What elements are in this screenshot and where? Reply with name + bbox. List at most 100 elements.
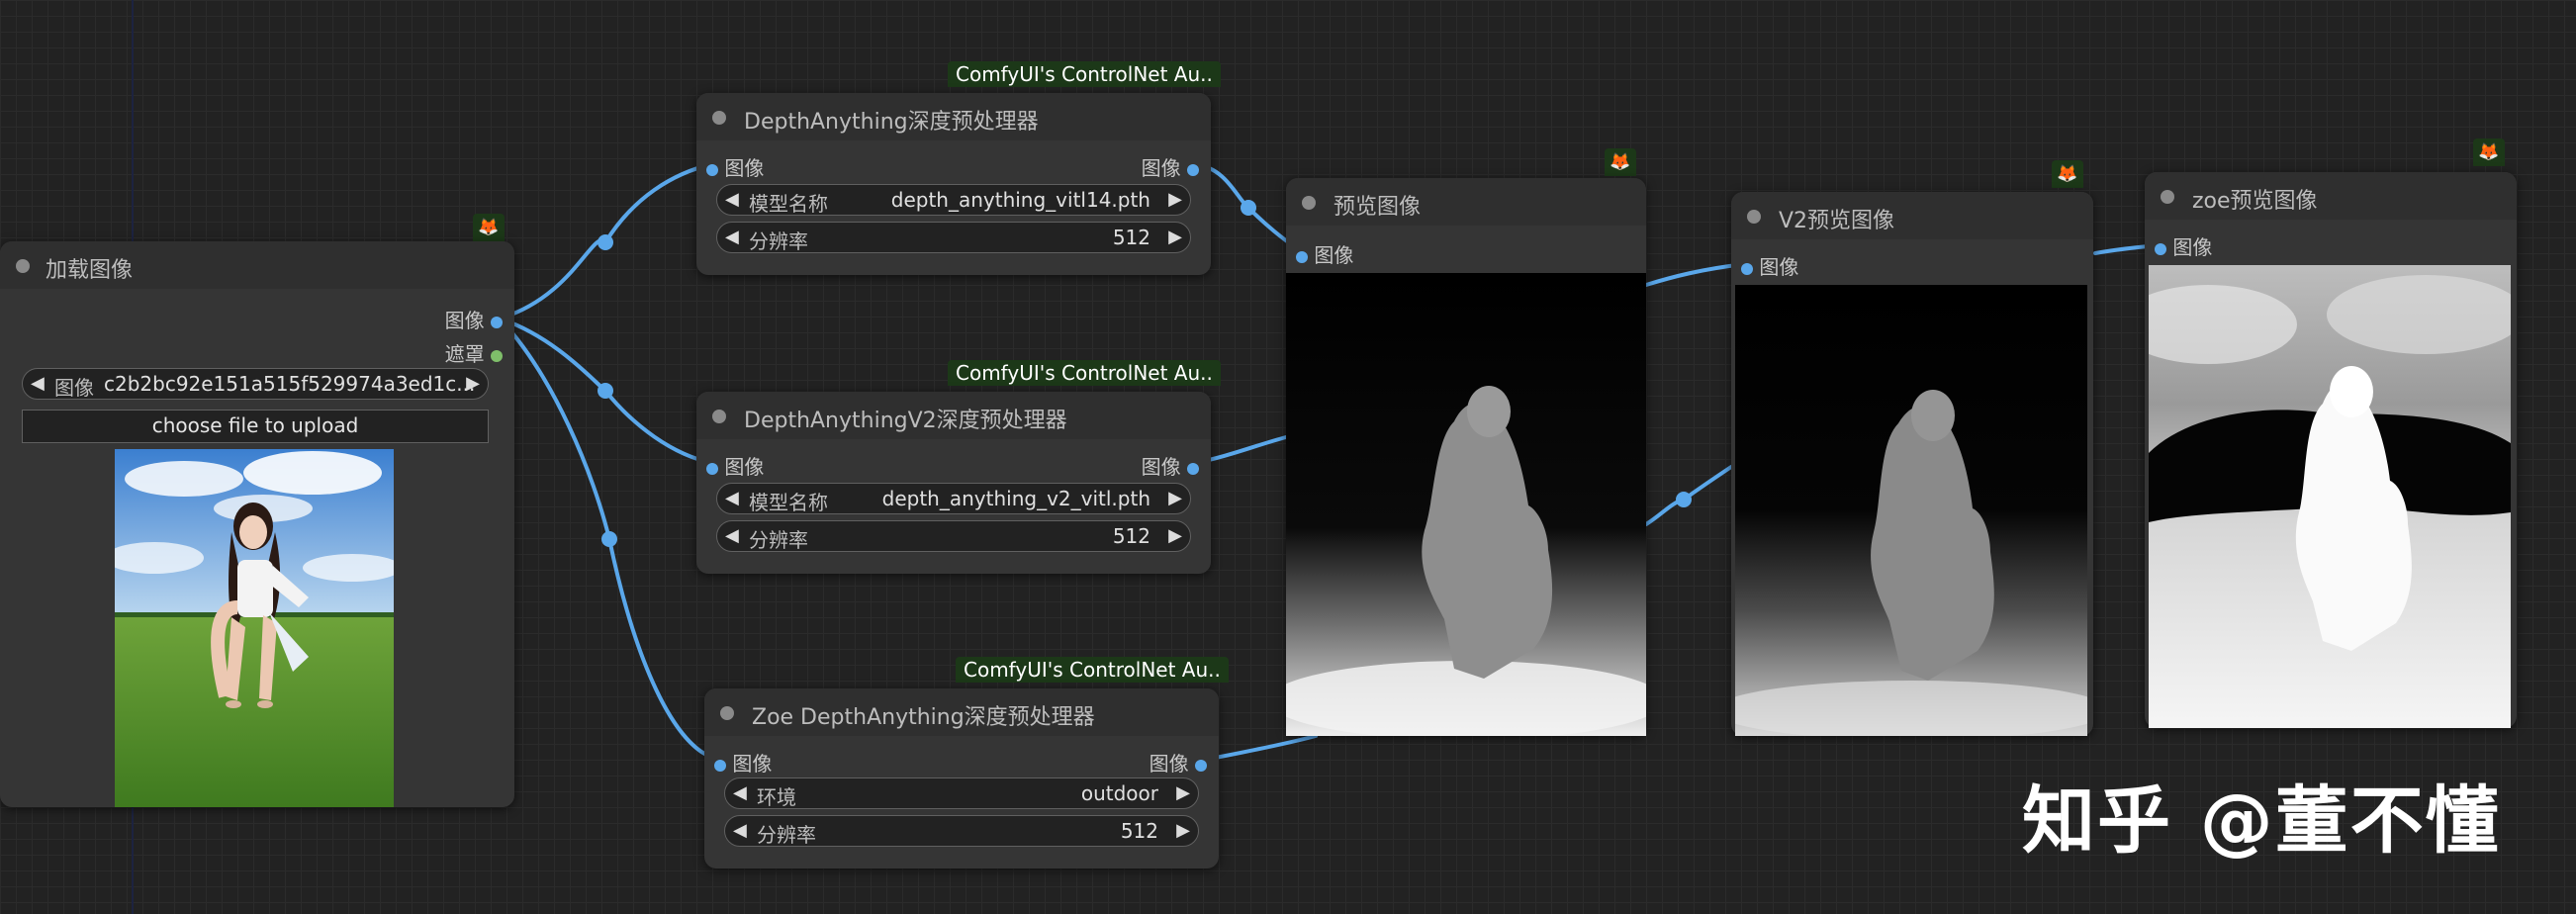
resolution-widget[interactable]: ◀ 分辨率 512 ▶: [724, 815, 1199, 847]
model-name-widget[interactable]: ◀ 模型名称 depth_anything_v2_vitl.pth ▶: [716, 483, 1191, 514]
collapse-dot[interactable]: [1302, 196, 1316, 210]
slot-label: 遮罩: [444, 342, 485, 366]
slot-label: 图像: [1141, 156, 1181, 180]
v2-preview-image-node[interactable]: V2预览图像 图像: [1731, 192, 2093, 736]
fox-icon: 🦊: [473, 214, 505, 241]
image-select-widget[interactable]: ◀ 图像 c2b2bc92e151a515f529974a3ed1c... ▶: [22, 368, 489, 400]
input-slot-image[interactable]: 图像: [2155, 231, 2212, 260]
output-connector[interactable]: [1187, 163, 1199, 176]
environment-widget[interactable]: ◀ 环境 outdoor ▶: [724, 777, 1199, 809]
resolution-widget[interactable]: ◀ 分辨率 512 ▶: [716, 222, 1191, 253]
widget-label: 图像: [54, 376, 94, 400]
arrow-right-icon[interactable]: ▶: [1176, 820, 1190, 841]
node-header[interactable]: DepthAnythingV2深度预处理器: [696, 392, 1211, 439]
depth-map-v2-preview: [1735, 285, 2087, 736]
slot-label: 图像: [1759, 255, 1799, 279]
arrow-right-icon[interactable]: ▶: [1176, 782, 1190, 803]
input-connector[interactable]: [2155, 242, 2166, 255]
controlnet-aux-badge: ComfyUI's ControlNet Au..: [948, 360, 1221, 386]
zoe-depth-anything-node[interactable]: Zoe DepthAnything深度预处理器 图像 图像 ◀ 环境 outdo…: [704, 688, 1219, 868]
output-connector[interactable]: [1187, 462, 1199, 475]
input-photo: [115, 449, 394, 807]
arrow-left-icon[interactable]: ◀: [733, 820, 747, 841]
resolution-widget[interactable]: ◀ 分辨率 512 ▶: [716, 520, 1191, 552]
widget-value: 512: [1120, 819, 1158, 843]
input-slot-image[interactable]: 图像: [1296, 239, 1353, 268]
arrow-right-icon[interactable]: ▶: [1168, 525, 1182, 546]
collapse-dot[interactable]: [2161, 190, 2174, 204]
arrow-left-icon[interactable]: ◀: [733, 782, 747, 803]
depth-anything-node[interactable]: DepthAnything深度预处理器 图像 图像 ◀ 模型名称 depth_a…: [696, 93, 1211, 275]
collapse-dot[interactable]: [1747, 210, 1761, 224]
input-slot-image[interactable]: 图像: [706, 152, 764, 181]
output-connector[interactable]: [491, 349, 503, 362]
output-connector[interactable]: [1195, 759, 1207, 772]
collapse-dot[interactable]: [16, 259, 30, 273]
node-title: Zoe DepthAnything深度预处理器: [752, 705, 1095, 730]
node-title: V2预览图像: [1779, 209, 1895, 233]
widget-label: 分辨率: [749, 528, 808, 552]
collapse-dot[interactable]: [712, 111, 726, 125]
node-header[interactable]: 预览图像: [1286, 178, 1646, 226]
node-title: 加载图像: [46, 258, 134, 283]
load-image-node[interactable]: 加载图像 图像 遮罩 ◀ 图像 c2b2bc92e151a515f529974a…: [0, 241, 514, 807]
depth-anything-v2-node[interactable]: DepthAnythingV2深度预处理器 图像 图像 ◀ 模型名称 depth…: [696, 392, 1211, 574]
arrow-right-icon[interactable]: ▶: [1168, 488, 1182, 508]
arrow-left-icon[interactable]: ◀: [725, 488, 739, 508]
arrow-left-icon[interactable]: ◀: [725, 525, 739, 546]
node-header[interactable]: zoe预览图像: [2145, 172, 2517, 220]
node-title: 预览图像: [1334, 195, 1422, 220]
output-slot-image[interactable]: 图像: [1142, 451, 1199, 480]
upload-button[interactable]: choose file to upload: [22, 410, 489, 443]
preview-image-node[interactable]: 预览图像 图像: [1286, 178, 1646, 736]
node-header[interactable]: DepthAnything深度预处理器: [696, 93, 1211, 140]
fox-icon: 🦊: [2473, 138, 2505, 166]
reroute-dot: [598, 234, 613, 250]
slot-label: 图像: [732, 752, 773, 776]
depth-map-zoe-preview: [2149, 265, 2511, 728]
node-title: zoe预览图像: [2192, 189, 2318, 214]
output-connector[interactable]: [491, 316, 503, 328]
node-header[interactable]: Zoe DepthAnything深度预处理器: [704, 688, 1219, 736]
slot-label: 图像: [444, 309, 485, 332]
output-slot-mask[interactable]: 遮罩: [445, 338, 503, 367]
controlnet-aux-badge: ComfyUI's ControlNet Au..: [948, 61, 1221, 87]
input-slot-image[interactable]: 图像: [714, 748, 772, 777]
output-slot-image[interactable]: 图像: [445, 305, 503, 333]
widget-value: 512: [1112, 524, 1150, 548]
arrow-right-icon[interactable]: ▶: [1168, 189, 1182, 210]
model-name-widget[interactable]: ◀ 模型名称 depth_anything_vitl14.pth ▶: [716, 184, 1191, 216]
node-header[interactable]: V2预览图像: [1731, 192, 2093, 239]
widget-value: c2b2bc92e151a515f529974a3ed1c...: [104, 372, 476, 396]
arrow-right-icon[interactable]: ▶: [1168, 227, 1182, 247]
widget-label: 模型名称: [749, 491, 828, 514]
widget-value: outdoor: [1080, 781, 1158, 805]
widget-value: depth_anything_vitl14.pth: [890, 188, 1150, 212]
arrow-left-icon[interactable]: ◀: [725, 189, 739, 210]
output-slot-image[interactable]: 图像: [1150, 748, 1207, 777]
input-connector[interactable]: [706, 163, 718, 176]
arrow-left-icon[interactable]: ◀: [725, 227, 739, 247]
input-connector[interactable]: [1296, 250, 1308, 263]
input-connector[interactable]: [1741, 262, 1753, 275]
widget-value: depth_anything_v2_vitl.pth: [881, 487, 1150, 510]
reroute-dot: [1676, 492, 1692, 507]
zoe-preview-image-node[interactable]: zoe预览图像 图像: [2145, 172, 2517, 728]
input-connector[interactable]: [714, 759, 726, 772]
slot-label: 图像: [1141, 455, 1181, 479]
input-slot-image[interactable]: 图像: [1741, 251, 1798, 280]
reroute-dot: [598, 383, 613, 399]
watermark: 知乎 @董不懂: [2022, 778, 2501, 864]
collapse-dot[interactable]: [720, 706, 734, 720]
fox-icon: 🦊: [2052, 160, 2083, 188]
arrow-right-icon[interactable]: ▶: [466, 373, 480, 394]
input-connector[interactable]: [706, 462, 718, 475]
wire-preview-to-v2preview: [1644, 262, 1747, 287]
collapse-dot[interactable]: [712, 410, 726, 423]
slot-label: 图像: [724, 156, 765, 180]
arrow-left-icon[interactable]: ◀: [31, 373, 45, 394]
input-slot-image[interactable]: 图像: [706, 451, 764, 480]
output-slot-image[interactable]: 图像: [1142, 152, 1199, 181]
node-title: DepthAnything深度预处理器: [744, 110, 1039, 135]
node-header[interactable]: 加载图像: [0, 241, 514, 289]
